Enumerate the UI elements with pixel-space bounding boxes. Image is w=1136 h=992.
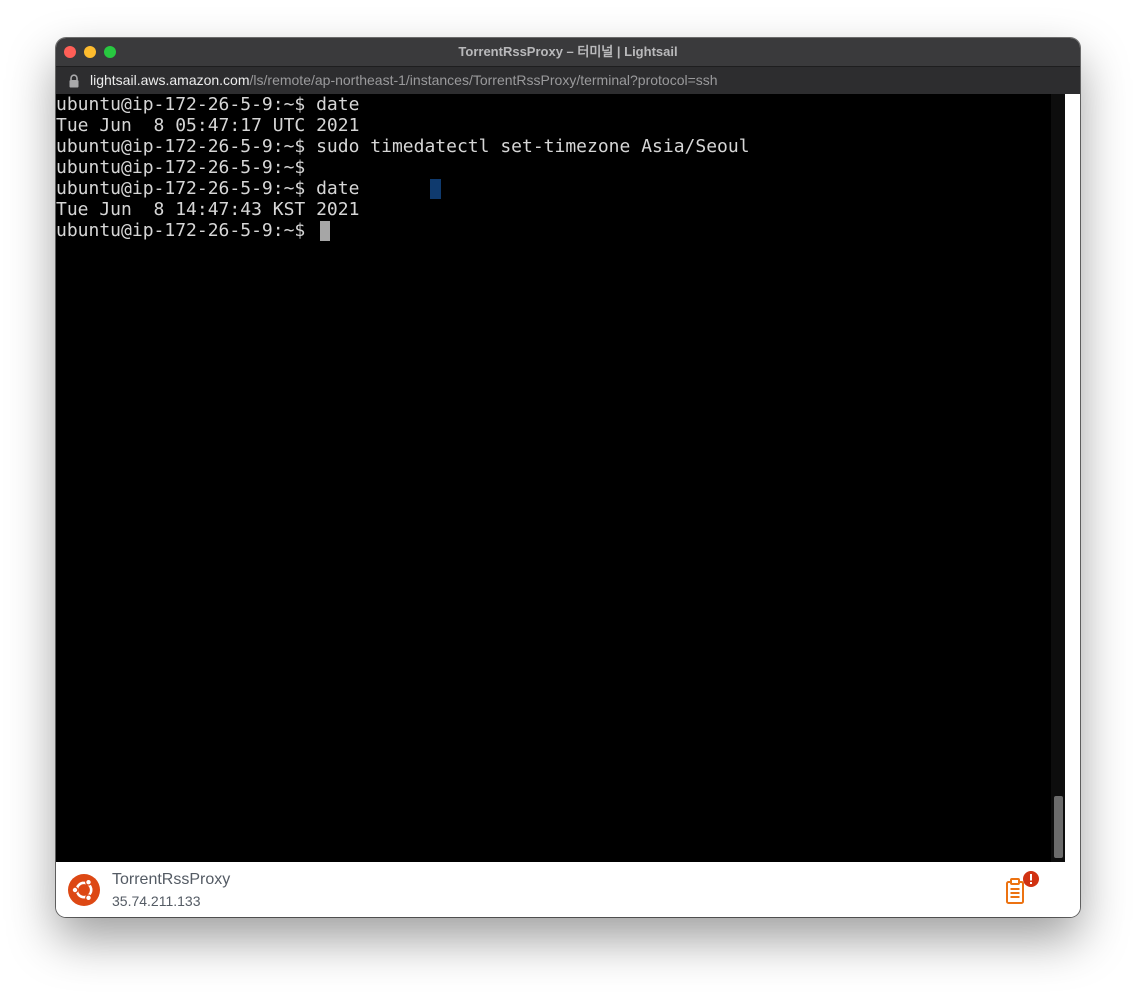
instance-name: TorrentRssProxy bbox=[112, 871, 231, 888]
url-path: /ls/remote/ap-northeast-1/instances/Torr… bbox=[249, 72, 718, 88]
window-title: TorrentRssProxy – 터미널 | Lightsail bbox=[458, 44, 678, 59]
terminal-line: ubuntu@ip-172-26-5-9:~$ date bbox=[56, 94, 360, 115]
url-host: lightsail.aws.amazon.com bbox=[90, 72, 250, 88]
clipboard-alert-icon[interactable] bbox=[1002, 868, 1044, 908]
title-bar[interactable]: TorrentRssProxy – 터미널 | Lightsail bbox=[56, 38, 1080, 66]
lock-icon bbox=[69, 74, 79, 88]
terminal-scrollbar[interactable] bbox=[1051, 94, 1065, 862]
terminal-line: ubuntu@ip-172-26-5-9:~$ bbox=[56, 157, 306, 178]
url-text[interactable]: lightsail.aws.amazon.com/ls/remote/ap-no… bbox=[90, 67, 718, 94]
instance-footer: TorrentRssProxy 35.74.211.133 bbox=[56, 862, 1080, 917]
terminal-line: ubuntu@ip-172-26-5-9:~$ date bbox=[56, 178, 360, 199]
instance-ip: 35.74.211.133 bbox=[112, 893, 201, 909]
terminal-selection-block bbox=[430, 179, 441, 199]
address-bar[interactable]: lightsail.aws.amazon.com/ls/remote/ap-no… bbox=[56, 66, 1080, 94]
terminal-scrollbar-thumb[interactable] bbox=[1054, 796, 1063, 858]
terminal-line: Tue Jun 8 14:47:43 KST 2021 bbox=[56, 199, 360, 220]
browser-window: TorrentRssProxy – 터미널 | Lightsail lights… bbox=[56, 38, 1080, 917]
terminal-line: ubuntu@ip-172-26-5-9:~$ sudo timedatectl… bbox=[56, 136, 750, 157]
panel-margin bbox=[1065, 94, 1080, 862]
terminal-line: ubuntu@ip-172-26-5-9:~$ bbox=[56, 220, 306, 241]
terminal-line: Tue Jun 8 05:47:17 UTC 2021 bbox=[56, 115, 360, 136]
terminal-cursor bbox=[320, 221, 330, 241]
terminal-screen[interactable]: ubuntu@ip-172-26-5-9:~$ date Tue Jun 8 0… bbox=[56, 94, 1051, 862]
ubuntu-logo-icon bbox=[68, 874, 100, 906]
